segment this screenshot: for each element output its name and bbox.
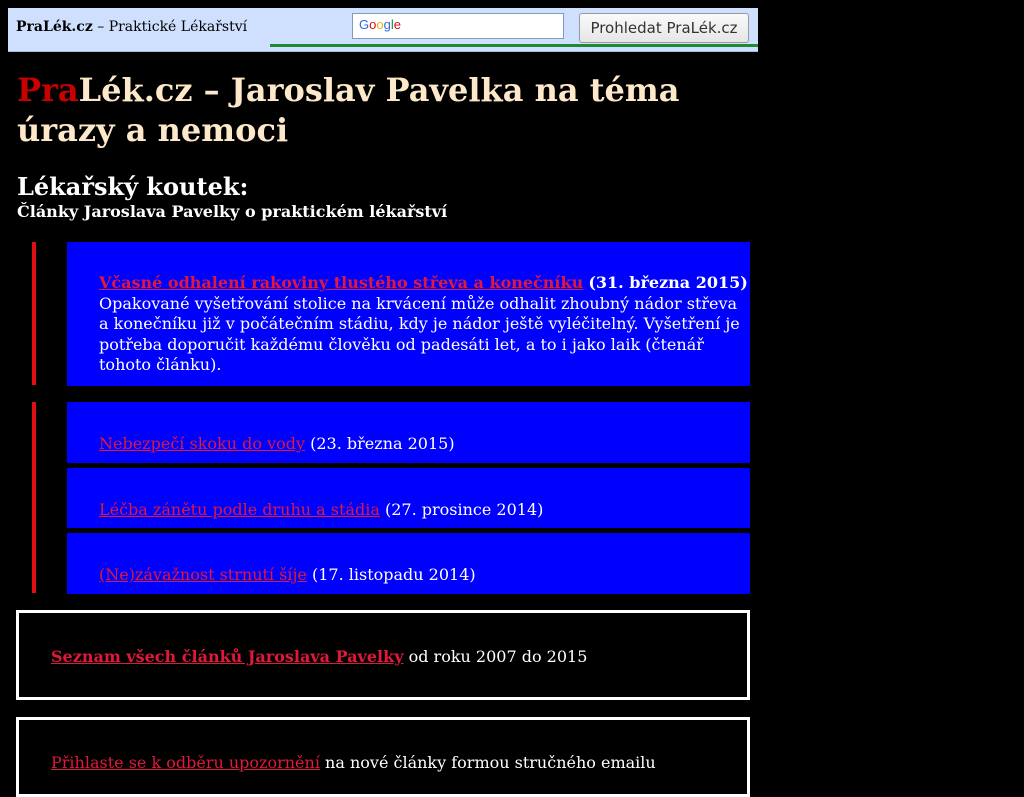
subscribe-box: Přihlaste se k odběru upozornění na nové…: [16, 717, 750, 797]
search-button[interactable]: Prohledat PraLék.cz: [579, 13, 749, 43]
articles-accent-bar: [32, 402, 36, 593]
featured-article: Včasné odhalení rakoviny tlustého střeva…: [67, 242, 750, 386]
brand-name[interactable]: PraLék.cz: [16, 19, 93, 35]
subscribe-link[interactable]: Přihlaste se k odběru upozornění: [51, 753, 320, 772]
article-item: (Ne)závažnost strnutí šíje (17. listopad…: [67, 533, 750, 594]
brand-tagline: Praktické Lékařství: [108, 19, 248, 35]
article-link[interactable]: Nebezpečí skoku do vody: [99, 434, 305, 453]
all-articles-link[interactable]: Seznam všech článků Jaroslava Pavelky: [51, 647, 404, 666]
title-pra: Pra: [17, 71, 79, 109]
article-link[interactable]: Léčba zánětu podle druhu a stádia: [99, 500, 380, 519]
subscribe-text: na nové články formou stručného emailu: [319, 753, 656, 772]
google-watermark: Google: [359, 17, 401, 32]
search-input[interactable]: Google: [352, 13, 564, 39]
site-brand[interactable]: PraLék.cz – Praktické Lékařství: [16, 19, 247, 35]
article-link[interactable]: (Ne)závažnost strnutí šíje: [99, 565, 307, 584]
all-articles-range: od roku 2007 do 2015: [403, 647, 588, 666]
all-articles-box: Seznam všech článků Jaroslava Pavelky od…: [16, 610, 750, 700]
top-bar: PraLék.cz – Praktické Lékařství Google P…: [8, 8, 758, 52]
featured-accent-bar: [32, 242, 36, 385]
title-rest: Lék.cz – Jaroslav Pavelka na téma úrazy …: [17, 71, 680, 149]
article-summary: Opakované vyšetřování stolice na krvácen…: [99, 293, 740, 375]
page-title: PraLék.cz – Jaroslav Pavelka na téma úra…: [17, 70, 757, 150]
article-link[interactable]: Včasné odhalení rakoviny tlustého střeva…: [99, 273, 583, 292]
article-item: Nebezpečí skoku do vody (23. března 2015…: [67, 402, 750, 463]
article-date: (31. března 2015): [588, 273, 748, 292]
section-heading: Lékařský koutek:: [17, 172, 249, 201]
article-item: Léčba zánětu podle druhu a stádia (27. p…: [67, 468, 750, 528]
article-date: (17. listopadu 2014): [311, 565, 476, 584]
article-date: (23. března 2015): [310, 434, 455, 453]
article-date: (27. prosince 2014): [384, 500, 544, 519]
divider-line: [270, 44, 758, 47]
section-subheading: Články Jaroslava Pavelky o praktickém lé…: [17, 202, 448, 221]
brand-separator: –: [92, 19, 109, 35]
